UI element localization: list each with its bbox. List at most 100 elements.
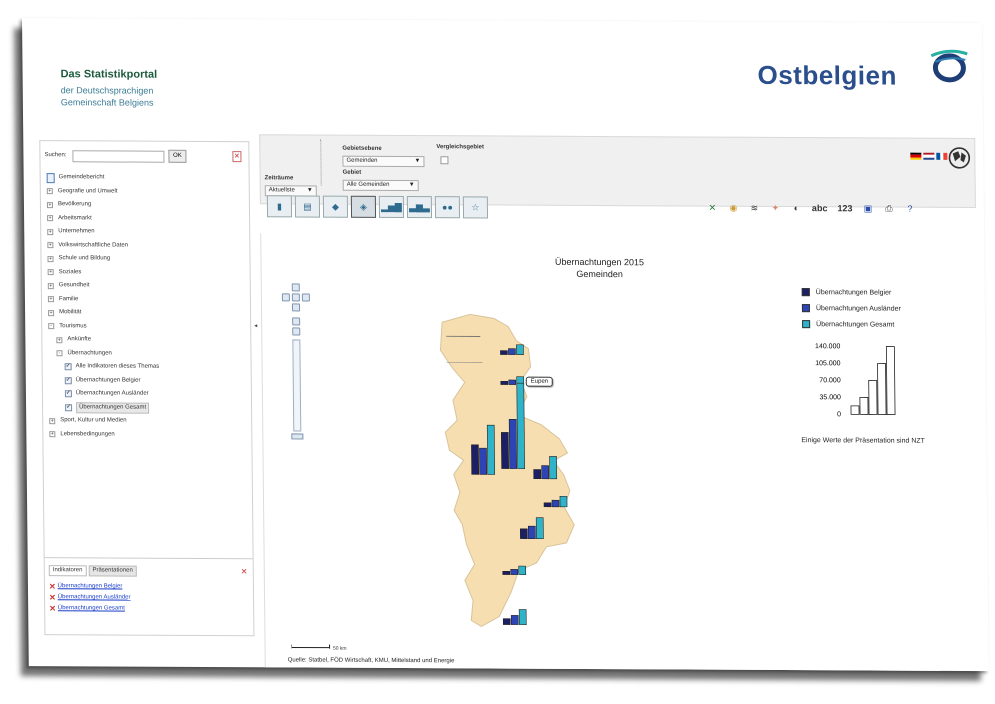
- expand-icon[interactable]: +: [47, 269, 54, 276]
- tree-item[interactable]: + Volkswirtschaftliche Daten: [43, 239, 247, 254]
- tree-item[interactable]: + Soziales: [44, 266, 248, 281]
- collapse-icon[interactable]: -: [56, 350, 63, 357]
- reset-icon[interactable]: ✕: [232, 151, 242, 163]
- tree-item[interactable]: + Familie: [44, 293, 248, 308]
- tab-praesentationen[interactable]: Präsentationen: [88, 565, 137, 577]
- map-bar[interactable]: [471, 444, 480, 475]
- zoom-in-icon[interactable]: [292, 317, 301, 326]
- split-view-icon[interactable]: ▤: [294, 195, 321, 218]
- map-bar[interactable]: [502, 618, 511, 625]
- gebietsebene-select[interactable]: Gemeinden ▼: [342, 155, 425, 168]
- pan-down-icon[interactable]: [291, 303, 301, 312]
- map-bar[interactable]: [508, 348, 516, 355]
- pan-right-icon[interactable]: [301, 293, 310, 302]
- gebiet-select[interactable]: Alle Gemeinden ▼: [342, 179, 419, 192]
- tree-item[interactable]: + Ankünfte: [44, 333, 248, 348]
- expand-icon[interactable]: +: [49, 417, 56, 424]
- map-bar[interactable]: [518, 609, 527, 625]
- map-chart-view-icon[interactable]: ◈: [350, 195, 377, 218]
- bar-chart-icon[interactable]: ▂▅▇: [378, 195, 405, 219]
- map-bar[interactable]: [559, 496, 568, 508]
- label-values-button[interactable]: 123: [837, 202, 852, 214]
- label-text-button[interactable]: abc: [812, 202, 828, 214]
- map-bar[interactable]: [500, 432, 509, 469]
- indicator-link[interactable]: Übernachtungen Belgier: [58, 581, 123, 592]
- map-bar[interactable]: [500, 380, 509, 385]
- table-view-icon[interactable]: ▮: [266, 195, 293, 218]
- remove-icon[interactable]: ✕: [49, 581, 56, 592]
- map-bar[interactable]: [479, 447, 488, 475]
- tree-item[interactable]: Gemeindebericht: [43, 171, 247, 186]
- print-icon[interactable]: ⎙: [883, 203, 894, 215]
- tree-item[interactable]: + Arbeitsmarkt: [43, 212, 247, 227]
- symbol-icon[interactable]: ✦: [770, 202, 781, 214]
- opacity-icon[interactable]: ◐: [791, 202, 802, 214]
- zoom-extent-icon[interactable]: ✕: [707, 202, 718, 214]
- help-icon[interactable]: ?: [904, 203, 915, 215]
- color-palette-icon[interactable]: ◉: [728, 202, 739, 214]
- map-bar[interactable]: [518, 565, 527, 575]
- brand-logo-text[interactable]: Ostbelgien: [757, 60, 897, 92]
- map-bar[interactable]: [533, 469, 542, 480]
- map-bar[interactable]: [549, 456, 558, 480]
- expand-icon[interactable]: +: [47, 242, 54, 249]
- zoom-slider-handle[interactable]: [291, 433, 304, 440]
- classification-icon[interactable]: ≋: [749, 202, 760, 214]
- tab-indikatoren[interactable]: Indikatoren: [48, 565, 87, 577]
- map-bar[interactable]: [543, 502, 552, 508]
- vergleichsgebiet-checkbox[interactable]: [440, 156, 449, 165]
- map-bar[interactable]: [516, 344, 524, 355]
- map-bar[interactable]: [508, 418, 517, 469]
- tree-item[interactable]: ✓ Alle Indikatoren dieses Themas: [45, 360, 249, 375]
- save-icon[interactable]: ▣: [862, 202, 873, 214]
- tree-item[interactable]: + Schule und Bildung: [43, 252, 247, 267]
- tree-item[interactable]: - Übernachtungen: [44, 347, 248, 362]
- tree-item[interactable]: + Mobilität: [44, 306, 248, 321]
- expand-icon[interactable]: +: [47, 282, 54, 289]
- close-icon[interactable]: ✕: [241, 567, 248, 576]
- expand-icon[interactable]: +: [46, 201, 53, 208]
- tree-item[interactable]: + Geografie und Umwelt: [43, 185, 247, 200]
- expand-icon[interactable]: +: [56, 336, 63, 343]
- tree-item[interactable]: ✓ Übernachtungen Gesamt: [45, 401, 249, 416]
- expand-icon[interactable]: +: [47, 296, 54, 303]
- map-bar[interactable]: [516, 382, 525, 469]
- map-bar[interactable]: [551, 499, 560, 508]
- expand-icon[interactable]: +: [49, 431, 56, 438]
- map-bar[interactable]: [541, 465, 550, 480]
- map-bar[interactable]: [519, 528, 528, 539]
- map-view-icon[interactable]: ◆: [322, 195, 349, 218]
- remove-icon[interactable]: ✕: [49, 592, 56, 603]
- globe-icon[interactable]: [948, 147, 971, 169]
- map-bar[interactable]: [502, 570, 511, 575]
- zoom-slider[interactable]: [292, 339, 302, 432]
- star-chart-icon[interactable]: ☆: [462, 196, 489, 219]
- indicator-link[interactable]: Übernachtungen Ausländer: [58, 592, 131, 603]
- bubble-chart-icon[interactable]: ●●: [434, 196, 461, 219]
- tree-item[interactable]: + Lebensbedingungen: [45, 428, 249, 443]
- map-bar[interactable]: [510, 569, 519, 575]
- pan-center-icon[interactable]: [291, 293, 300, 302]
- pan-left-icon[interactable]: [281, 293, 290, 302]
- tree-item[interactable]: + Unternehmen: [43, 225, 247, 240]
- flag-nl-icon[interactable]: [923, 152, 935, 160]
- map-bar[interactable]: [508, 379, 517, 385]
- grouped-bar-chart-icon[interactable]: ▃▆▃: [406, 196, 433, 219]
- checkbox-icon[interactable]: ✓: [65, 403, 73, 412]
- tree-item[interactable]: + Sport, Kultur und Medien: [45, 414, 249, 429]
- checkbox-icon[interactable]: ✓: [64, 363, 72, 371]
- search-input[interactable]: [72, 150, 165, 163]
- map-bar[interactable]: [500, 350, 508, 355]
- pan-up-icon[interactable]: [291, 283, 300, 292]
- collapse-arrow-icon[interactable]: ◂: [254, 322, 257, 329]
- tree-item[interactable]: + Bevölkerung: [43, 198, 247, 213]
- search-ok-button[interactable]: OK: [168, 149, 187, 163]
- zoom-out-icon[interactable]: [292, 327, 301, 336]
- remove-icon[interactable]: ✕: [49, 603, 56, 614]
- collapse-icon[interactable]: -: [48, 323, 55, 330]
- map-bar[interactable]: [527, 525, 536, 540]
- map-canvas[interactable]: [412, 274, 656, 635]
- tree-item[interactable]: ✓ Übernachtungen Belgier: [45, 374, 249, 389]
- expand-icon[interactable]: +: [47, 255, 54, 262]
- expand-icon[interactable]: +: [46, 188, 53, 195]
